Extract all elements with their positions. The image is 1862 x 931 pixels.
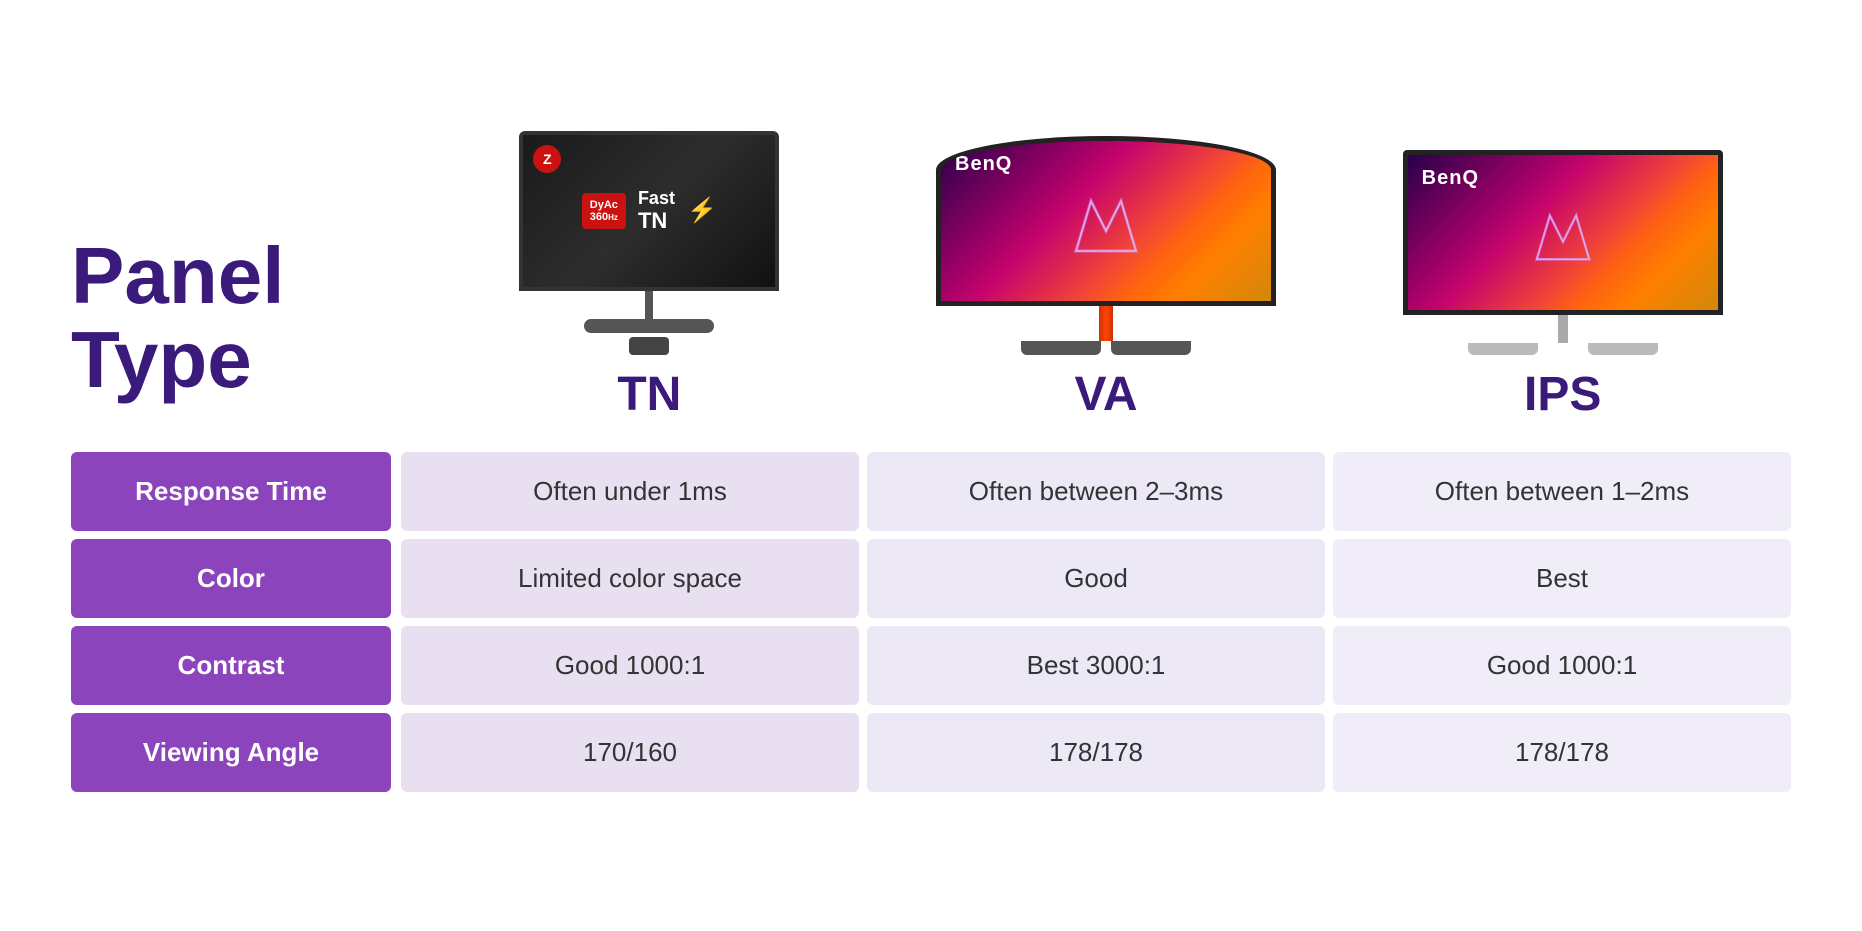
- ips-benq-logo: BenQ: [1422, 167, 1479, 189]
- cell-va-response-time: Often between 2–3ms: [867, 452, 1325, 531]
- table-row-color: Color Limited color space Good Best: [71, 539, 1791, 618]
- ips-foot-right: [1588, 343, 1658, 355]
- cell-ips-response-time: Often between 1–2ms: [1333, 452, 1791, 531]
- cell-tn-color: Limited color space: [401, 539, 859, 618]
- row-header-viewing-angle: Viewing Angle: [71, 713, 391, 792]
- va-benq-logo: BenQ: [955, 153, 1012, 175]
- fast-tn-label: FastTN: [638, 189, 675, 233]
- cell-va-color: Good: [867, 539, 1325, 618]
- tn-monitor: Z DyAc360Hz FastTN ⚡: [519, 131, 779, 355]
- ips-foot-left: [1468, 343, 1538, 355]
- monitors-header: Z DyAc360Hz FastTN ⚡: [421, 131, 1791, 422]
- ips-stand: [1403, 315, 1723, 355]
- tn-screen-content: DyAc360Hz FastTN ⚡: [582, 189, 717, 233]
- va-m-shape: [1066, 181, 1146, 261]
- va-stand-base: [1021, 341, 1191, 355]
- table-row-response-time: Response Time Often under 1ms Often betw…: [71, 452, 1791, 531]
- row-header-response-time: Response Time: [71, 452, 391, 531]
- va-screen-wrapper: BenQ: [936, 136, 1276, 355]
- va-leg-right: [1111, 341, 1191, 355]
- cell-tn-contrast: Good 1000:1: [401, 626, 859, 705]
- zowie-logo: Z: [533, 145, 561, 173]
- va-label: VA: [1074, 367, 1137, 422]
- va-logo-overlay: BenQ: [955, 153, 1012, 176]
- lightning-icon: ⚡: [687, 196, 717, 225]
- va-screen: BenQ: [936, 136, 1276, 306]
- va-stand-pole: [1099, 306, 1113, 341]
- comparison-section: Response Time Often under 1ms Often betw…: [71, 452, 1791, 792]
- ips-label: IPS: [1524, 367, 1601, 422]
- monitor-col-ips: BenQ: [1334, 150, 1791, 422]
- page-title: Panel Type: [71, 234, 391, 422]
- monitor-col-va: BenQ: [878, 136, 1335, 422]
- cell-tn-response-time: Often under 1ms: [401, 452, 859, 531]
- tn-screen-wrapper: Z DyAc360Hz FastTN ⚡: [519, 131, 779, 355]
- dyac-badge: DyAc360Hz: [582, 193, 626, 229]
- top-section: Panel Type Z DyAc360Hz FastTN: [71, 131, 1791, 422]
- ips-screen: BenQ: [1403, 150, 1723, 315]
- ips-screen-wrapper: BenQ: [1403, 150, 1723, 355]
- monitor-tn-wrapper: Z DyAc360Hz FastTN ⚡: [519, 131, 779, 355]
- monitor-va-wrapper: BenQ: [936, 136, 1276, 355]
- va-leg-left: [1021, 341, 1101, 355]
- row-header-contrast: Contrast: [71, 626, 391, 705]
- ips-logo-overlay: BenQ: [1422, 167, 1479, 190]
- tn-base: [584, 319, 714, 333]
- cell-ips-contrast: Good 1000:1: [1333, 626, 1791, 705]
- cell-va-viewing-angle: 178/178: [867, 713, 1325, 792]
- tn-remote: [629, 337, 669, 355]
- tn-stand: [519, 291, 779, 355]
- monitor-col-tn: Z DyAc360Hz FastTN ⚡: [421, 131, 878, 422]
- va-stand: [936, 306, 1276, 355]
- cell-ips-color: Best: [1333, 539, 1791, 618]
- ips-stand-base: [1468, 343, 1658, 355]
- ips-m-shape: [1528, 198, 1598, 268]
- monitor-ips-wrapper: BenQ: [1403, 150, 1723, 355]
- ips-stand-pole: [1558, 315, 1568, 343]
- main-container: Panel Type Z DyAc360Hz FastTN: [31, 101, 1831, 830]
- cell-ips-viewing-angle: 178/178: [1333, 713, 1791, 792]
- row-header-color: Color: [71, 539, 391, 618]
- tn-label: TN: [617, 367, 681, 422]
- tn-screen: Z DyAc360Hz FastTN ⚡: [519, 131, 779, 291]
- cell-va-contrast: Best 3000:1: [867, 626, 1325, 705]
- table-row-viewing-angle: Viewing Angle 170/160 178/178 178/178: [71, 713, 1791, 792]
- table-row-contrast: Contrast Good 1000:1 Best 3000:1 Good 10…: [71, 626, 1791, 705]
- tn-stand-pole: [645, 291, 653, 319]
- cell-tn-viewing-angle: 170/160: [401, 713, 859, 792]
